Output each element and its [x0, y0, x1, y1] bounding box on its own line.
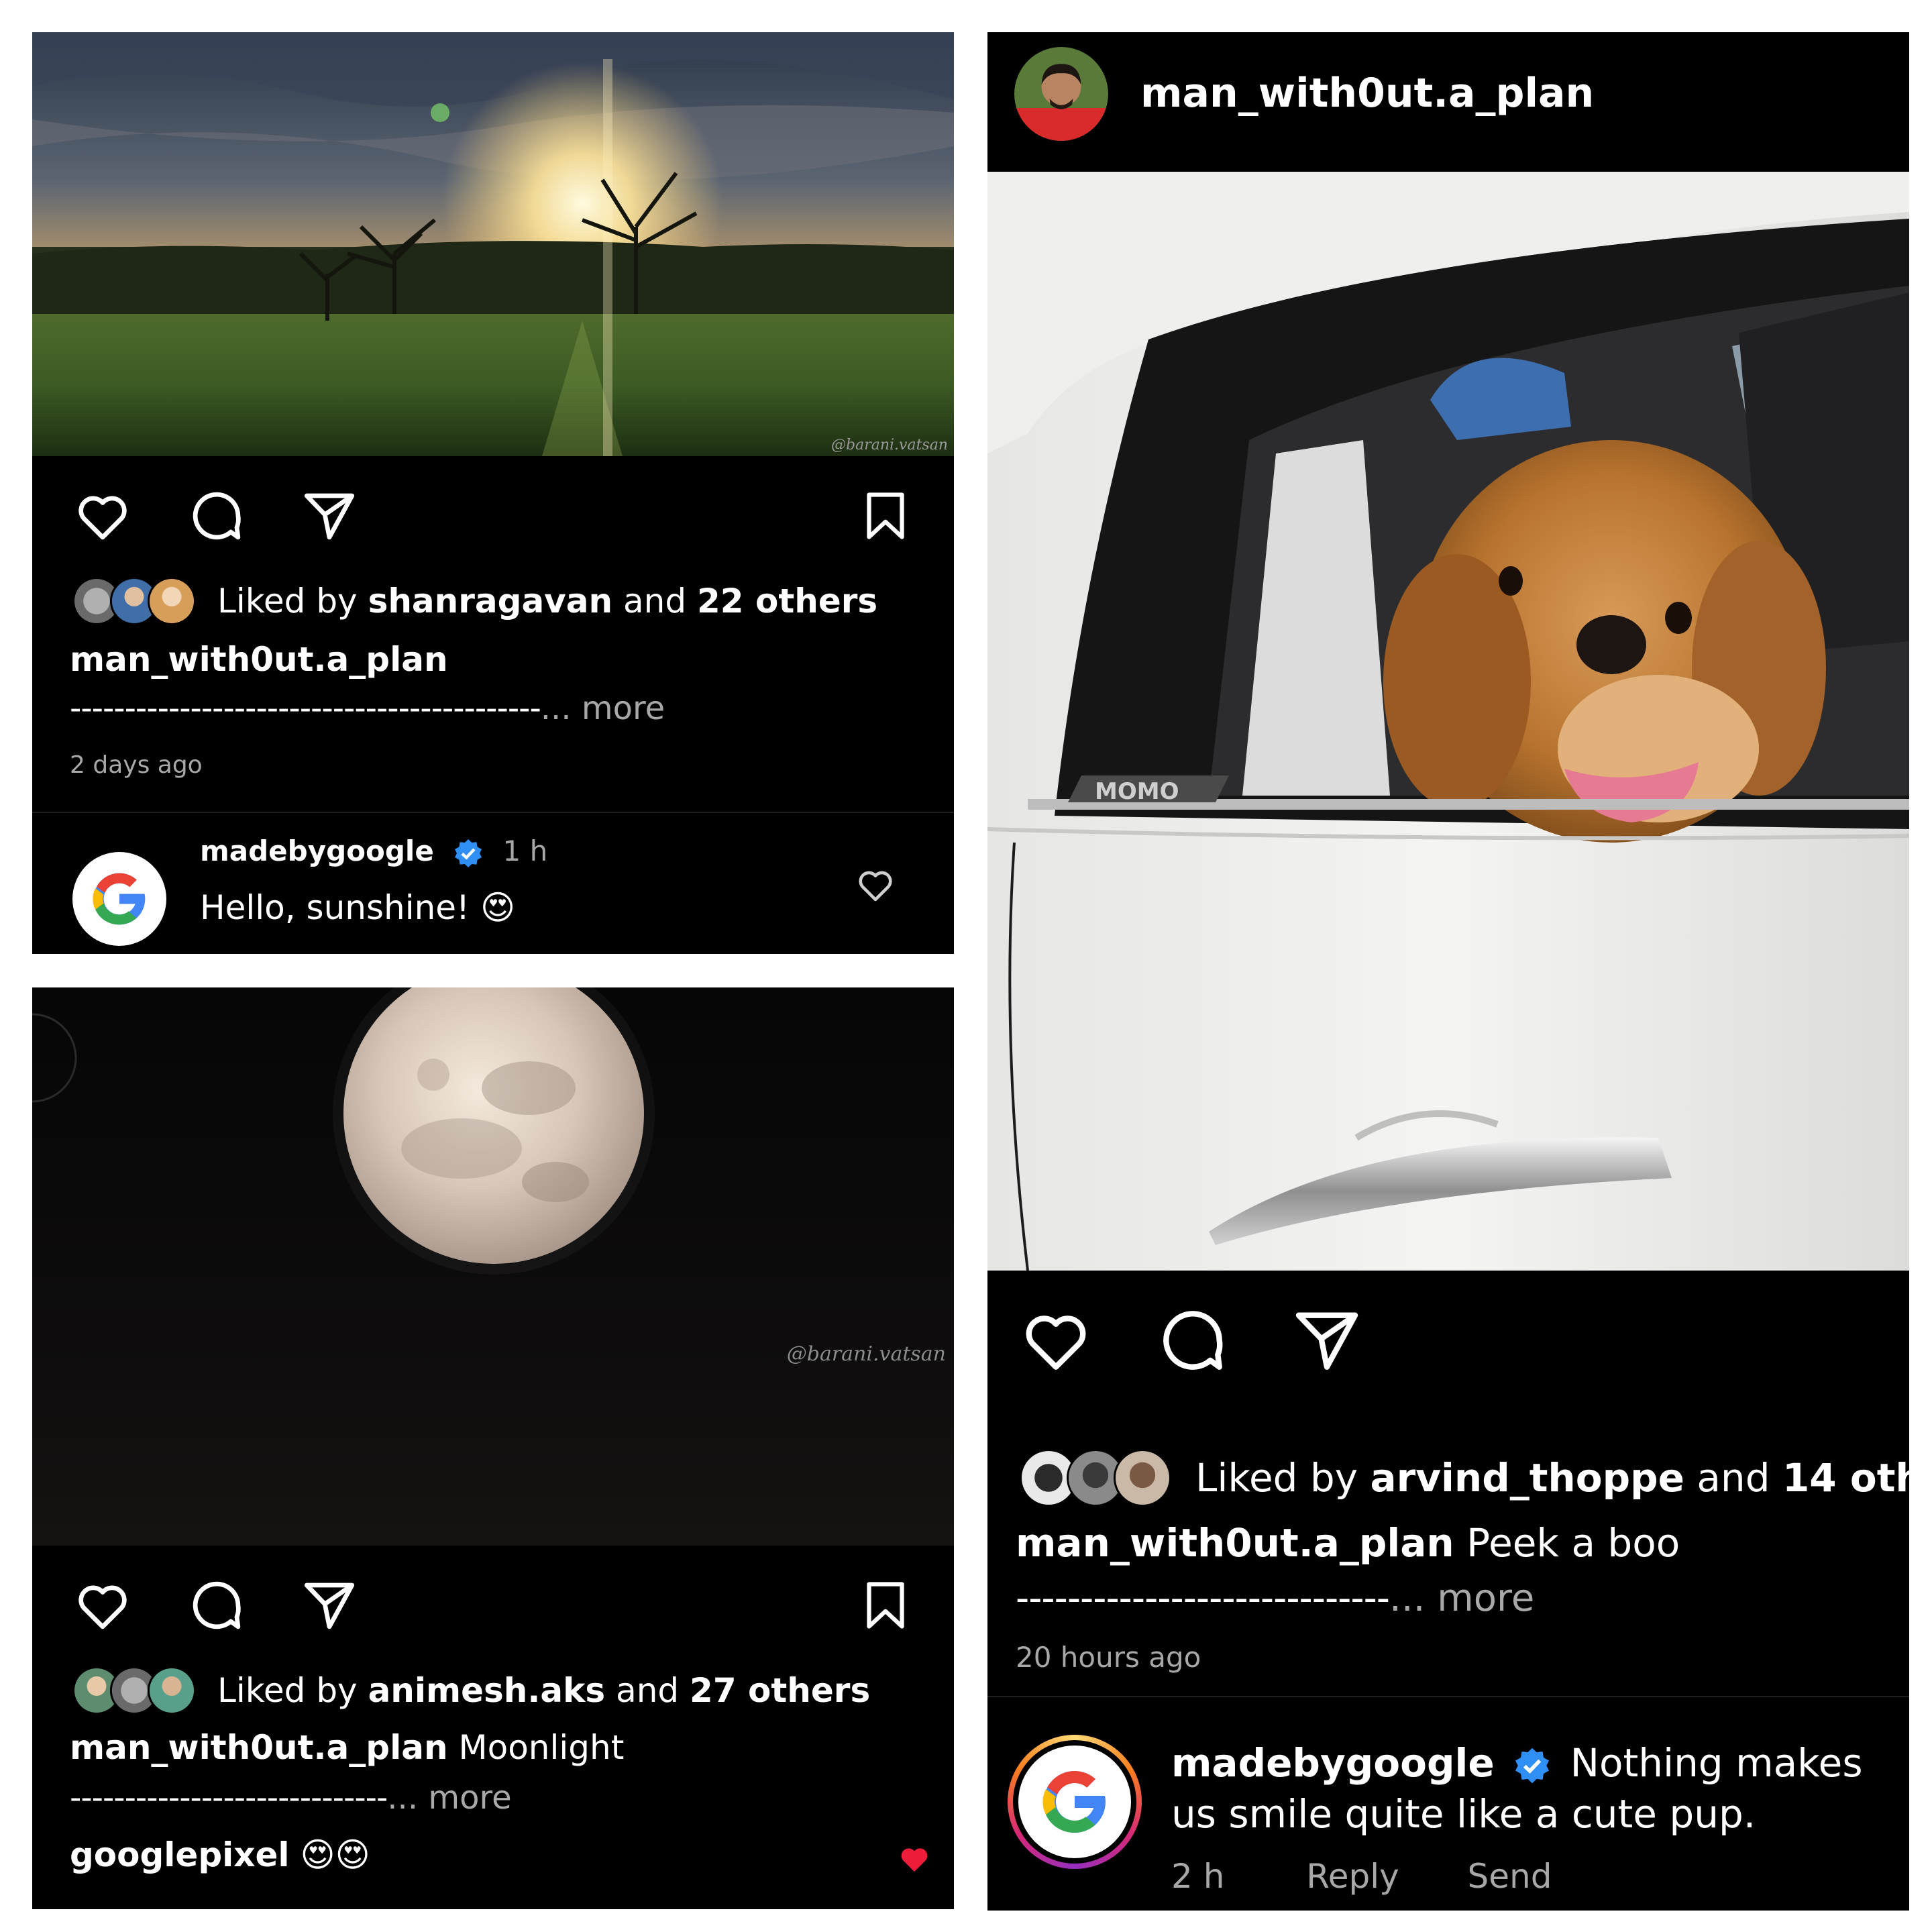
- share-icon[interactable]: [299, 486, 360, 546]
- caption-more: -----------------------------... more: [70, 1779, 512, 1817]
- caption-text: Moonlight: [458, 1728, 625, 1767]
- comment-text: 😍😍: [300, 1835, 370, 1874]
- more-link[interactable]: ... more: [541, 690, 665, 727]
- send-button[interactable]: Send: [1468, 1857, 1552, 1896]
- comment-like-icon[interactable]: [855, 864, 896, 906]
- caption: man_with0ut.a_plan Moonlight: [70, 1728, 624, 1767]
- likes-others[interactable]: 27 others: [690, 1671, 870, 1710]
- share-icon[interactable]: [299, 1575, 360, 1635]
- caption-text: Peek a boo: [1466, 1520, 1680, 1566]
- liker-username[interactable]: animesh.aks: [368, 1671, 606, 1710]
- google-avatar-story-ring[interactable]: [1008, 1735, 1142, 1869]
- comment-icon[interactable]: [186, 1575, 247, 1635]
- likes-prefix: Liked by: [217, 582, 358, 621]
- likes-others[interactable]: 22 others: [697, 582, 877, 621]
- liker-username[interactable]: arvind_thoppe: [1370, 1455, 1684, 1501]
- header-username[interactable]: man_with0ut.a_plan: [1140, 70, 1594, 117]
- bookmark-icon[interactable]: [857, 1575, 914, 1635]
- comment-username[interactable]: madebygoogle: [200, 835, 434, 867]
- liked-heart-icon[interactable]: [896, 1841, 932, 1877]
- caption-text: ----------------------------------------…: [70, 690, 665, 727]
- likes-others[interactable]: 14 others: [1782, 1455, 1909, 1501]
- comment-meta: 2 h Reply Send: [1171, 1857, 1552, 1896]
- likes-and: and: [616, 1671, 680, 1710]
- google-g-logo: [93, 873, 147, 925]
- post-photo-sunset[interactable]: @barani.vatsan: [32, 32, 954, 456]
- post-time: 20 hours ago: [1016, 1641, 1201, 1674]
- caption-username[interactable]: man_with0ut.a_plan: [1016, 1520, 1454, 1566]
- comment-username[interactable]: googlepixel: [70, 1835, 290, 1874]
- google-avatar[interactable]: [72, 852, 166, 946]
- caption-username[interactable]: man_with0ut.a_plan: [70, 640, 448, 679]
- watermark: @barani.vatsan: [787, 1342, 946, 1366]
- post-moon: @barani.vatsan Liked by animesh.aks and …: [32, 987, 954, 1909]
- divider: [987, 1696, 1909, 1697]
- heart-icon[interactable]: [72, 486, 133, 546]
- share-icon[interactable]: [1289, 1303, 1364, 1378]
- comment-header: madebygoogle 1 h: [200, 835, 547, 869]
- comment-icon[interactable]: [1155, 1303, 1230, 1378]
- post-photo-dog[interactable]: MOMO: [987, 172, 1909, 1271]
- verified-badge-icon: [1512, 1746, 1552, 1786]
- likes-row[interactable]: Liked by shanragavan and 22 others: [72, 574, 877, 628]
- likes-and: and: [1697, 1455, 1770, 1501]
- post-photo-moon[interactable]: @barani.vatsan: [32, 987, 954, 1546]
- liker-username[interactable]: shanragavan: [368, 582, 613, 621]
- more-link[interactable]: ... more: [1389, 1576, 1534, 1620]
- caption-dashes: ----------------------------------------…: [70, 690, 541, 727]
- comment: googlepixel 😍😍: [70, 1835, 370, 1874]
- liker-avatar: [1114, 1449, 1171, 1507]
- watermark: @barani.vatsan: [831, 437, 948, 453]
- liker-avatar: [148, 1666, 196, 1715]
- comment-username[interactable]: madebygoogle: [1171, 1740, 1495, 1786]
- comment-text: Hello, sunshine! 😍: [200, 888, 516, 927]
- verified-badge-icon: [452, 837, 484, 869]
- post-dog: man_with0ut.a_plan MOMO Liked by arvind_…: [987, 32, 1909, 1911]
- caption-more: -----------------------------... more: [1016, 1576, 1534, 1620]
- comment-time: 2 h: [1171, 1857, 1225, 1896]
- likes-prefix: Liked by: [217, 1671, 358, 1710]
- divider: [32, 812, 954, 813]
- more-link[interactable]: ... more: [387, 1779, 511, 1817]
- caption-username[interactable]: man_with0ut.a_plan: [70, 1728, 448, 1767]
- car-badge: MOMO: [1095, 778, 1179, 805]
- reply-button[interactable]: Reply: [1306, 1857, 1399, 1896]
- comment-time: 1 h: [502, 835, 548, 867]
- profile-avatar[interactable]: [1014, 47, 1108, 141]
- likes-row[interactable]: Liked by animesh.aks and 27 others: [72, 1664, 870, 1717]
- post-sunset: @barani.vatsan Liked by shanragavan and …: [32, 32, 954, 954]
- caption: man_with0ut.a_plan Peek a boo: [1016, 1520, 1680, 1566]
- likes-row[interactable]: Liked by arvind_thoppe and 14 others: [1020, 1448, 1909, 1508]
- bookmark-icon[interactable]: [857, 486, 914, 546]
- likes-prefix: Liked by: [1195, 1455, 1358, 1501]
- caption-dashes: -----------------------------: [1016, 1576, 1390, 1620]
- post-time: 2 days ago: [70, 751, 203, 779]
- heart-icon[interactable]: [1018, 1303, 1093, 1378]
- likes-and: and: [623, 582, 687, 621]
- heart-icon[interactable]: [72, 1575, 133, 1635]
- comment-icon[interactable]: [186, 486, 247, 546]
- google-g-logo: [1042, 1771, 1108, 1833]
- liker-avatar: [148, 577, 196, 625]
- comment: madebygoogle Nothing makes us smile quit…: [1171, 1737, 1896, 1839]
- caption-dashes: -----------------------------: [70, 1779, 388, 1817]
